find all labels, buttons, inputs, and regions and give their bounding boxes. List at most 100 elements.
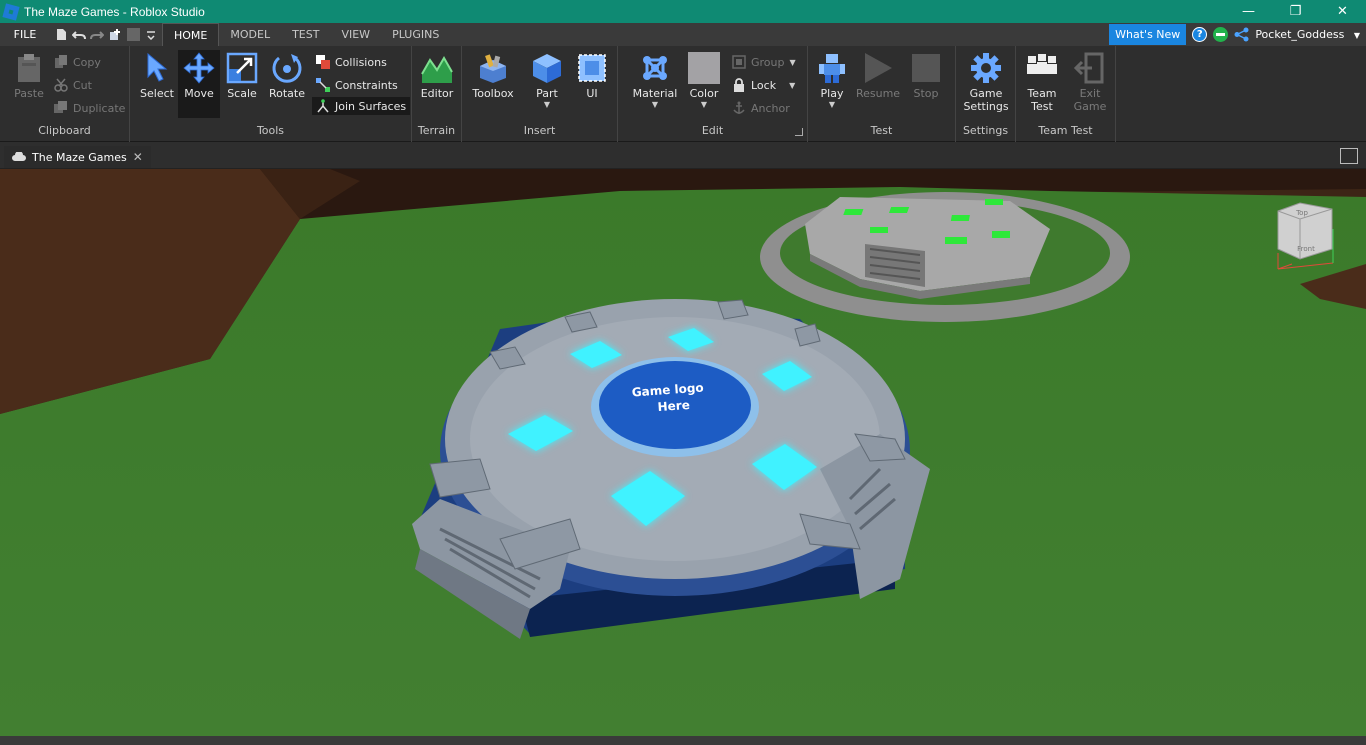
ribbon-tabs: HOME MODEL TEST VIEW PLUGINS (162, 23, 450, 46)
insert-part-icon[interactable] (108, 28, 122, 42)
material-button[interactable]: Material ▼ (630, 52, 680, 109)
copy-button[interactable]: Copy (54, 55, 101, 69)
tab-plugins[interactable]: PLUGINS (381, 23, 450, 46)
copy-icon (54, 55, 68, 69)
status-icon[interactable] (1213, 27, 1229, 42)
minimize-button[interactable]: — (1225, 0, 1272, 23)
stop-label: Stop (913, 87, 939, 100)
toolbox-label: Toolbox (472, 87, 514, 100)
cut-label: Cut (73, 78, 92, 92)
test-group: Play ▼ Resume Stop Test (808, 46, 956, 142)
redo-icon[interactable] (90, 28, 104, 42)
scale-tool-button[interactable]: Scale (222, 52, 262, 100)
undo-icon[interactable] (72, 28, 86, 42)
part-button[interactable]: Part ▼ (524, 52, 570, 109)
terrain-editor-button[interactable]: Editor (417, 52, 457, 100)
play-button[interactable]: Play ▼ (812, 52, 852, 109)
device-emulator-icon[interactable] (1340, 148, 1358, 164)
roblox-studio-logo-icon (2, 2, 20, 21)
rotate-icon (271, 52, 303, 84)
close-tab-icon[interactable]: ✕ (133, 150, 143, 164)
material-icon (639, 52, 671, 84)
whats-new-button[interactable]: What's New (1109, 24, 1187, 45)
collisions-toggle[interactable]: Collisions (316, 55, 387, 69)
tab-view[interactable]: VIEW (330, 23, 381, 46)
stop-button[interactable]: Stop (906, 52, 946, 100)
exit-door-icon (1074, 52, 1106, 84)
title-bar: The Maze Games - Roblox Studio — ❐ ✕ (0, 0, 1366, 23)
rotate-label: Rotate (268, 87, 305, 100)
lock-button[interactable]: Lock ▼ (732, 78, 795, 92)
scissors-icon (54, 78, 68, 92)
maximize-button[interactable]: ❐ (1272, 0, 1319, 23)
ui-frame-icon (576, 52, 608, 84)
terrain-icon (421, 52, 453, 84)
play-triangle-icon (862, 52, 894, 84)
rotate-tool-button[interactable]: Rotate (264, 52, 310, 100)
game-logo-text-line2: Here (657, 398, 690, 414)
window-controls: — ❐ ✕ (1225, 0, 1366, 23)
team-test-button[interactable]: Team Test (1022, 52, 1062, 113)
ui-button[interactable]: UI (574, 52, 610, 100)
paste-icon (13, 52, 45, 84)
gear-icon (970, 52, 1002, 84)
window-title: The Maze Games - Roblox Studio (24, 4, 205, 19)
scale-icon (226, 52, 258, 84)
toolbox-button[interactable]: Toolbox (470, 52, 516, 100)
chevron-down-icon: ▼ (789, 80, 796, 90)
part-cube-icon (531, 52, 563, 84)
resume-button[interactable]: Resume (856, 52, 900, 100)
move-label: Move (184, 87, 214, 100)
username-menu[interactable]: Pocket_Goddess ▼ (1255, 28, 1366, 41)
share-icon[interactable] (1234, 27, 1249, 42)
lock-label: Lock (751, 78, 777, 92)
play-character-icon (816, 52, 848, 84)
game-settings-button[interactable]: Game Settings (962, 52, 1010, 113)
constraints-toggle[interactable]: Constraints (316, 78, 398, 92)
file-menu[interactable]: FILE (0, 23, 50, 46)
group-button[interactable]: Group ▼ (732, 55, 796, 69)
ribbon-home: Paste Copy Cut Duplicate Clipboard Selec… (0, 46, 1366, 142)
team-test-group-label: Team Test (1038, 124, 1093, 137)
customize-quick-access-icon[interactable] (144, 28, 158, 42)
help-icon[interactable]: ? (1192, 27, 1208, 42)
chevron-down-icon: ▼ (1353, 31, 1360, 40)
duplicate-label: Duplicate (73, 101, 126, 115)
toolbox-icon (477, 52, 509, 84)
anchor-icon (732, 101, 746, 115)
roblox-studio-window: The Maze Games - Roblox Studio — ❐ ✕ FIL… (0, 0, 1366, 745)
join-surfaces-toggle[interactable]: Join Surfaces (312, 97, 411, 115)
color-button[interactable]: Color ▼ (684, 52, 724, 109)
constraints-label: Constraints (335, 78, 398, 92)
duplicate-button[interactable]: Duplicate (54, 101, 125, 115)
tab-test[interactable]: TEST (281, 23, 330, 46)
tab-home[interactable]: HOME (162, 23, 220, 46)
edit-group-label: Edit (701, 124, 724, 137)
3d-viewport[interactable]: Game logo Here Top Front (0, 169, 1366, 736)
part-label: Part (536, 87, 558, 100)
anchor-label: Anchor (751, 101, 790, 115)
resume-label: Resume (855, 87, 901, 100)
menu-right-area: What's New ? Pocket_Goddess ▼ (1109, 23, 1366, 46)
collisions-icon (316, 55, 330, 69)
tab-model[interactable]: MODEL (219, 23, 281, 46)
close-button[interactable]: ✕ (1319, 0, 1366, 23)
cut-button[interactable]: Cut (54, 78, 92, 92)
stop-square-icon (910, 52, 942, 84)
anchor-button[interactable]: Anchor (732, 101, 790, 115)
play-label: Play (820, 87, 844, 100)
select-tool-button[interactable]: Select (137, 52, 177, 100)
new-file-icon[interactable] (54, 28, 68, 42)
move-arrows-icon (183, 52, 215, 84)
document-tab[interactable]: The Maze Games ✕ (4, 146, 151, 168)
edit-expand-icon[interactable] (795, 128, 803, 136)
team-test-group: Team Test Exit Game Team Test (1016, 46, 1116, 142)
game-settings-label-line2: Settings (963, 100, 1009, 113)
material-label: Material (632, 87, 678, 100)
exit-game-button[interactable]: Exit Game (1070, 52, 1110, 113)
paste-button[interactable]: Paste (10, 52, 48, 100)
username-label: Pocket_Goddess (1255, 28, 1345, 41)
menu-bar: FILE HOME MODEL TEST VIEW PLUGINS What's… (0, 23, 1366, 46)
stop-icon[interactable] (126, 28, 140, 42)
move-tool-button[interactable]: Move (178, 50, 220, 118)
